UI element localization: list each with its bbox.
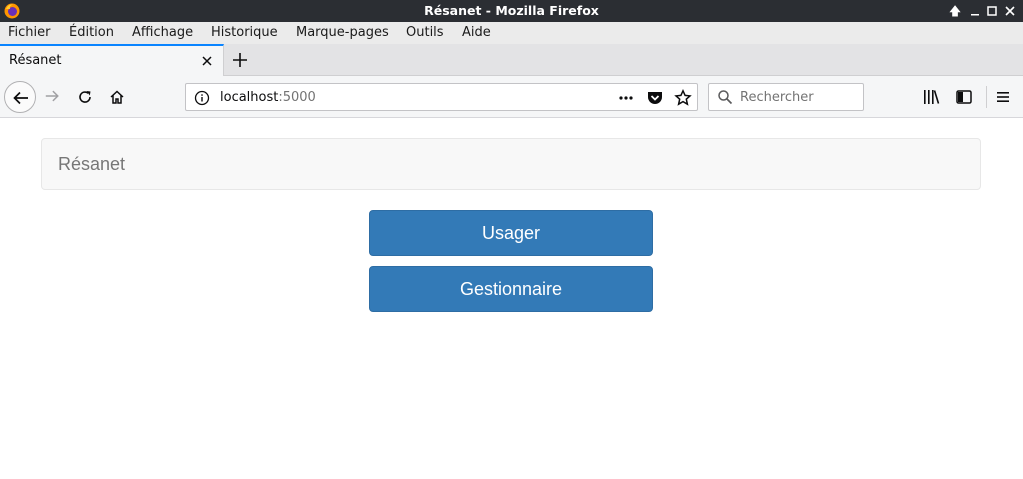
- tab-strip: Résanet: [0, 44, 1023, 76]
- menu-aide[interactable]: Aide: [462, 25, 491, 40]
- pocket-icon[interactable]: [646, 89, 664, 107]
- forward-icon[interactable]: [44, 88, 60, 104]
- tab-resanet[interactable]: Résanet: [0, 44, 224, 76]
- page-content: Résanet Usager Gestionnaire: [0, 119, 1023, 479]
- menu-historique[interactable]: Historique: [211, 25, 278, 40]
- new-tab-icon[interactable]: [231, 51, 249, 69]
- url-bar[interactable]: localhost:5000: [185, 83, 698, 111]
- window-minimize-button[interactable]: [967, 3, 983, 19]
- url-port: :5000: [278, 90, 316, 105]
- gestionnaire-button[interactable]: Gestionnaire: [369, 266, 653, 312]
- navbar-brand[interactable]: Résanet: [58, 154, 125, 175]
- info-icon[interactable]: [194, 90, 210, 106]
- window-title: Résanet - Mozilla Firefox: [424, 3, 599, 18]
- reload-icon[interactable]: [77, 89, 93, 105]
- library-icon[interactable]: [922, 88, 940, 106]
- page-actions-icon[interactable]: [617, 89, 635, 107]
- hamburger-menu-icon[interactable]: [994, 88, 1012, 106]
- window-close-button[interactable]: [1002, 3, 1018, 19]
- menu-marque-pages[interactable]: Marque-pages: [296, 25, 389, 40]
- window-maximize-button[interactable]: [984, 3, 1000, 19]
- page-navbar: Résanet: [41, 138, 981, 190]
- search-bar[interactable]: [708, 83, 864, 111]
- menu-edition[interactable]: Édition: [69, 25, 114, 40]
- sidebar-icon[interactable]: [955, 88, 973, 106]
- back-button[interactable]: [4, 81, 36, 113]
- search-icon: [718, 90, 733, 105]
- window-titlebar: Résanet - Mozilla Firefox 🡅: [0, 0, 1023, 22]
- navigation-toolbar: localhost:5000: [0, 76, 1023, 118]
- url-text[interactable]: localhost:5000: [220, 90, 316, 105]
- back-icon: [13, 91, 28, 105]
- home-icon[interactable]: [109, 89, 125, 105]
- menu-affichage[interactable]: Affichage: [132, 25, 193, 40]
- search-input[interactable]: [740, 88, 858, 106]
- tab-close-icon[interactable]: [199, 53, 215, 69]
- url-host: localhost: [220, 90, 279, 105]
- window-restore-up-icon[interactable]: 🡅: [947, 3, 963, 19]
- menu-bar: Fichier Édition Affichage Historique Mar…: [0, 22, 1023, 44]
- menu-outils[interactable]: Outils: [406, 25, 444, 40]
- toolbar-separator: [986, 86, 987, 108]
- menu-fichier[interactable]: Fichier: [8, 25, 51, 40]
- tab-label: Résanet: [9, 53, 62, 68]
- usager-button[interactable]: Usager: [369, 210, 653, 256]
- bookmark-star-icon[interactable]: [674, 89, 692, 107]
